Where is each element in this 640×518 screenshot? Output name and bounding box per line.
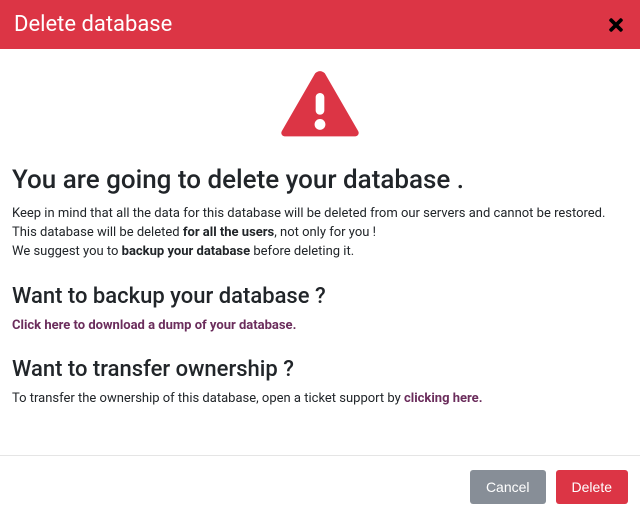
- transfer-heading: Want to transfer ownership ?: [12, 357, 628, 382]
- modal-footer: Cancel Delete: [0, 455, 640, 518]
- backup-heading: Want to backup your database ?: [12, 284, 628, 309]
- modal-title: Delete database: [14, 12, 172, 37]
- warning-text-1b: , not only for you !: [274, 225, 376, 240]
- delete-database-modal: Delete database You are going to delete …: [0, 0, 640, 518]
- warning-triangle-icon: [281, 71, 359, 141]
- modal-header: Delete database: [0, 0, 640, 49]
- download-dump-link[interactable]: Click here to download a dump of your da…: [12, 318, 296, 333]
- suggest-paragraph: We suggest you to backup your database b…: [12, 243, 628, 262]
- suggest-text-a: We suggest you to: [12, 244, 122, 259]
- warning-paragraph: Keep in mind that all the data for this …: [12, 205, 628, 243]
- close-icon: [606, 15, 626, 35]
- open-ticket-link[interactable]: clicking here.: [404, 391, 483, 406]
- suggest-text-bold: backup your database: [122, 244, 250, 259]
- warning-icon-wrapper: [12, 71, 628, 141]
- cancel-button[interactable]: Cancel: [470, 470, 546, 504]
- delete-button[interactable]: Delete: [556, 470, 628, 504]
- transfer-paragraph: To transfer the ownership of this databa…: [12, 390, 628, 409]
- transfer-text-a: To transfer the ownership of this databa…: [12, 391, 404, 406]
- warning-text-1-bold: for all the users: [183, 225, 274, 240]
- close-button[interactable]: [606, 15, 626, 35]
- suggest-text-b: before deleting it.: [250, 244, 354, 259]
- backup-link-row: Click here to download a dump of your da…: [12, 317, 628, 336]
- modal-body: You are going to delete your database . …: [0, 49, 640, 455]
- headline: You are going to delete your database .: [12, 165, 628, 195]
